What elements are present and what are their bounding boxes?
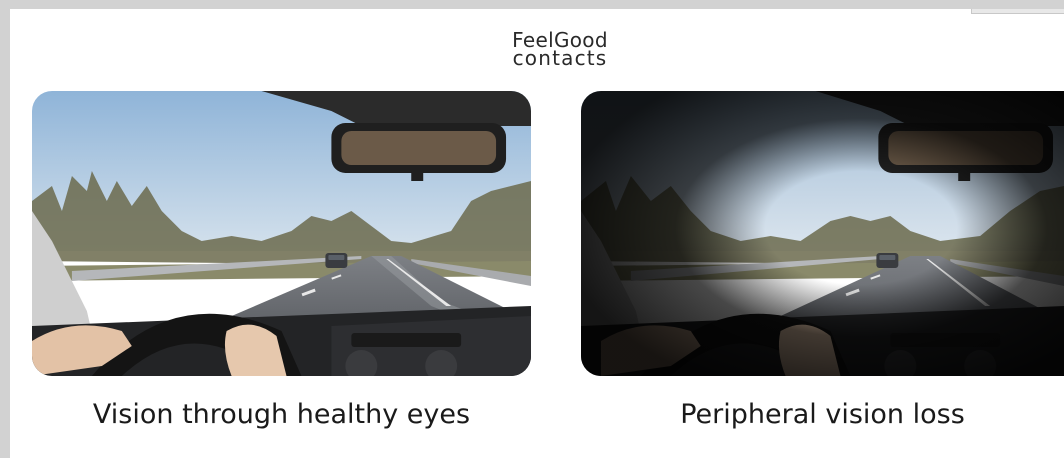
driving-scene-tunnel [581,91,1064,376]
caption-peripheral-loss: Peripheral vision loss [680,399,965,430]
peripheral-darkening-overlay [581,91,1064,376]
corner-mark [971,9,1064,14]
healthy-vision-photo [32,91,531,376]
peripheral-loss-photo [581,91,1064,376]
infographic-canvas: FeelGood contacts Vision through healthy… [10,9,1064,458]
caption-healthy-vision: Vision through healthy eyes [92,399,471,430]
driving-scene-clear [32,91,531,376]
brand-logo: FeelGood contacts [500,30,620,70]
brand-logo-line2: contacts [512,46,608,70]
